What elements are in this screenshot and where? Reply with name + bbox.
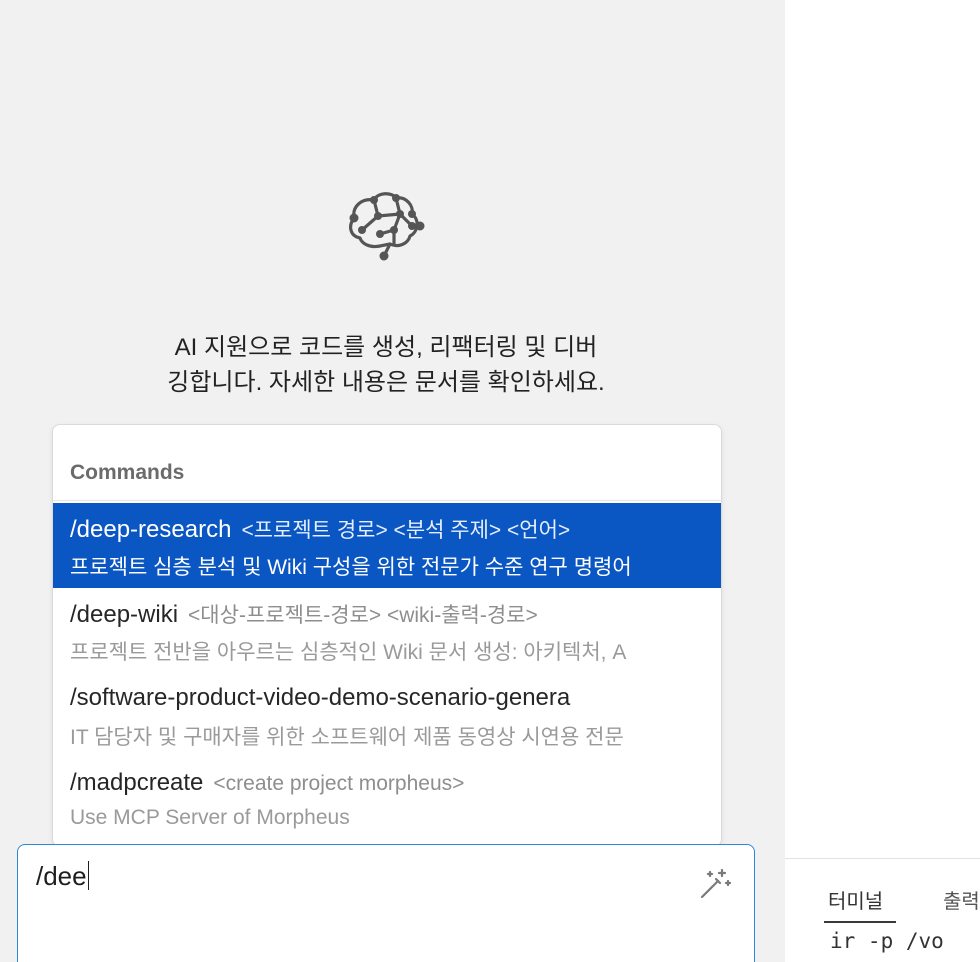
- terminal-output-line: ir -p /vo: [830, 929, 944, 953]
- command-args: <프로젝트 경로> <분석 주제> <언어>: [241, 519, 571, 542]
- active-tab-indicator: [824, 921, 896, 923]
- command-name: /madpcreate: [70, 769, 204, 796]
- command-args: <create project morpheus>: [213, 772, 465, 795]
- commands-divider: [53, 500, 721, 501]
- command-name: /deep-wiki: [70, 601, 179, 628]
- text-caret: [87, 861, 90, 890]
- editor-area: [785, 0, 980, 858]
- command-item-software-product-video-demo[interactable]: /software-product-video-demo-scenario-ge…: [53, 673, 721, 758]
- commands-header: Commands: [70, 461, 185, 484]
- magic-wand-icon[interactable]: [698, 867, 732, 901]
- chat-input-box[interactable]: /dee: [17, 844, 755, 962]
- command-description: Use MCP Server of Morpheus: [70, 806, 350, 829]
- tab-terminal[interactable]: 터미널: [828, 885, 883, 914]
- command-item-madpcreate[interactable]: /madpcreate <create project morpheus> Use…: [53, 758, 721, 843]
- command-name: /software-product-video-demo-scenario-ge…: [70, 684, 571, 711]
- command-item-deep-research[interactable]: /deep-research <프로젝트 경로> <분석 주제> <언어> 프로젝…: [53, 503, 721, 588]
- welcome-message: AI 지원으로 코드를 생성, 리팩터링 및 디버 깅합니다. 자세한 내용은 …: [120, 330, 652, 400]
- command-item-deep-wiki[interactable]: /deep-wiki <대상-프로젝트-경로> <wiki-출력-경로> 프로젝트…: [53, 588, 721, 673]
- command-description: 프로젝트 전반을 아우르는 심층적인 Wiki 문서 생성: 아키텍처, A: [70, 641, 627, 664]
- command-name: /deep-research: [70, 516, 232, 543]
- chat-panel: AI 지원으로 코드를 생성, 리팩터링 및 디버 깅합니다. 자세한 내용은 …: [0, 0, 785, 962]
- brain-network-icon: [349, 192, 425, 261]
- command-args: <대상-프로젝트-경로> <wiki-출력-경로>: [188, 604, 538, 627]
- chat-input-value: /dee: [36, 861, 87, 891]
- bottom-panel: 터미널 출력 ir -p /vo: [785, 859, 980, 962]
- chat-input-field[interactable]: /dee: [36, 861, 90, 892]
- command-suggestion-popup: Commands /deep-research <프로젝트 경로> <분석 주제>…: [52, 424, 722, 847]
- command-description: 프로젝트 심층 분석 및 Wiki 구성을 위한 전문가 수준 연구 명령어: [70, 556, 632, 579]
- welcome-line-2: 깅합니다. 자세한 내용은 문서를 확인하세요.: [167, 369, 605, 396]
- command-description: IT 담당자 및 구매자를 위한 소프트웨어 제품 동영상 시연용 전문: [70, 726, 624, 749]
- welcome-line-1: AI 지원으로 코드를 생성, 리팩터링 및 디버: [174, 334, 598, 361]
- tab-output[interactable]: 출력: [943, 885, 980, 914]
